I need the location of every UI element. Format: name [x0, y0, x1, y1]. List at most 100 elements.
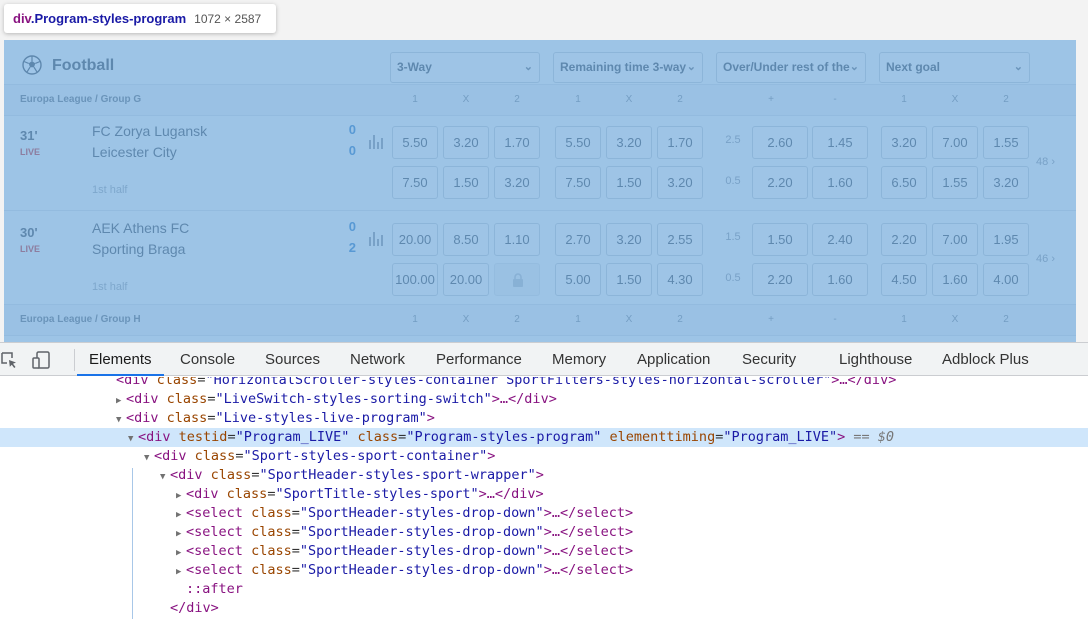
dom-node[interactable]: <div class="HorizontalScroller-styles-co… — [0, 377, 1088, 390]
tab-lighthouse[interactable]: Lighthouse — [839, 343, 912, 376]
dom-node[interactable]: </div> — [0, 599, 1088, 618]
odd-button[interactable]: 4.00 — [983, 263, 1029, 296]
dom-node[interactable]: ▶ <select class="SportHeader-styles-drop-… — [0, 542, 1088, 561]
tooltip-dimensions: 1072 × 2587 — [194, 12, 262, 26]
device-toggle-icon[interactable] — [32, 351, 50, 369]
closing-tag: </div> — [170, 600, 219, 616]
odd-button[interactable]: 1.60 — [812, 263, 868, 296]
odd-button[interactable]: 3.20 — [606, 126, 652, 159]
odd-button[interactable]: 1.50 — [443, 166, 489, 199]
odd-button[interactable]: 3.20 — [983, 166, 1029, 199]
tab-memory[interactable]: Memory — [552, 343, 606, 376]
odd-button[interactable]: 1.50 — [606, 263, 652, 296]
odd-button[interactable]: 1.60 — [812, 166, 868, 199]
market-dropdown-remaining-time[interactable]: Remaining time 3-way ⌄ — [553, 52, 703, 83]
attr-value: "Sport-styles-sport-container" — [243, 448, 488, 464]
more-markets-link[interactable]: 48 › — [1036, 156, 1055, 168]
odd-button[interactable]: 7.50 — [555, 166, 601, 199]
dom-node-content: ▼ <div class="SportHeader-styles-sport-wr… — [0, 467, 544, 483]
tag-open: < — [126, 410, 135, 426]
odd-button[interactable]: 3.20 — [606, 223, 652, 256]
odd-button[interactable]: 1.95 — [983, 223, 1029, 256]
attr-equals: = — [291, 505, 300, 521]
tab-application[interactable]: Application — [637, 343, 710, 376]
dom-node[interactable]: ▼ <div class="SportHeader-styles-sport-wr… — [0, 466, 1088, 485]
odd-button[interactable]: 1.10 — [494, 223, 540, 256]
stats-icon[interactable] — [368, 231, 384, 247]
tab-elements[interactable]: Elements — [77, 343, 163, 376]
market-dropdown-3way[interactable]: 3-Way ⌄ — [390, 52, 540, 83]
tab-sources[interactable]: Sources — [265, 343, 320, 376]
dom-node[interactable]: ▶ <select class="SportHeader-styles-drop-… — [0, 561, 1088, 580]
football-icon — [22, 55, 42, 75]
column-header: - — [833, 94, 837, 105]
league-name: Europa League / Group G — [20, 94, 142, 105]
column-header: X — [951, 314, 959, 325]
tab-adblock-plus[interactable]: Adblock Plus — [942, 343, 1029, 376]
odd-button[interactable]: 6.50 — [881, 166, 927, 199]
odd-button[interactable]: 4.30 — [657, 263, 703, 296]
tab-performance[interactable]: Performance — [436, 343, 522, 376]
chevron-down-icon: ⌄ — [523, 61, 533, 73]
odd-button[interactable]: 3.20 — [494, 166, 540, 199]
odd-button[interactable]: 100.00 — [392, 263, 438, 296]
attr-name: class — [210, 467, 252, 483]
dom-node[interactable]: ▼ <div class="Sport-styles-sport-containe… — [0, 447, 1088, 466]
odd-button[interactable]: 1.55 — [983, 126, 1029, 159]
dom-node[interactable]: ▶ <select class="SportHeader-styles-drop-… — [0, 504, 1088, 523]
market-dropdown-over-under[interactable]: Over/Under rest of the ⌄ — [716, 52, 866, 83]
away-score: 2 — [348, 240, 356, 255]
dom-node-content: ▼ <div testid="Program_LIVE" class="Progr… — [0, 429, 894, 445]
attr-equals: = — [291, 543, 300, 559]
dom-node-selected[interactable]: ▼ <div testid="Program_LIVE" class="Progr… — [0, 428, 1088, 447]
odd-button[interactable]: 5.50 — [392, 126, 438, 159]
odd-button[interactable]: 20.00 — [392, 223, 438, 256]
odd-button[interactable]: 1.45 — [812, 126, 868, 159]
away-score: 0 — [348, 143, 356, 158]
elements-dom-tree[interactable]: <div class="HorizontalScroller-styles-co… — [0, 377, 1088, 619]
column-header: 2 — [1003, 314, 1009, 325]
odd-button[interactable]: 2.20 — [752, 263, 808, 296]
odd-button[interactable]: 2.55 — [657, 223, 703, 256]
tooltip-class: .Program-styles-program — [30, 11, 187, 26]
dom-node[interactable]: ▶ <div class="SportTitle-styles-sport">…<… — [0, 485, 1088, 504]
odd-button[interactable]: 7.00 — [932, 223, 978, 256]
odd-button[interactable]: 7.50 — [392, 166, 438, 199]
odd-button[interactable]: 3.20 — [881, 126, 927, 159]
dom-node[interactable]: ▶ <select class="SportHeader-styles-drop-… — [0, 523, 1088, 542]
odd-button[interactable]: 8.50 — [443, 223, 489, 256]
match-row[interactable]: 31' LIVE FC Zorya Lugansk Leicester City… — [4, 114, 1076, 211]
odd-button[interactable]: 2.20 — [752, 166, 808, 199]
dropdown-label: Remaining time 3-way — [560, 60, 687, 74]
dropdown-label: 3-Way — [397, 60, 432, 74]
inspect-icon[interactable] — [0, 351, 18, 369]
dom-node[interactable]: ▼ <div class="Live-styles-live-program"> — [0, 409, 1088, 428]
odd-button[interactable]: 2.60 — [752, 126, 808, 159]
odd-button[interactable]: 7.00 — [932, 126, 978, 159]
odd-button[interactable]: 2.70 — [555, 223, 601, 256]
odd-button[interactable]: 4.50 — [881, 263, 927, 296]
odd-button[interactable]: 2.20 — [881, 223, 927, 256]
market-dropdown-next-goal[interactable]: Next goal ⌄ — [879, 52, 1030, 83]
odd-button[interactable]: 1.60 — [932, 263, 978, 296]
odd-button[interactable]: 1.70 — [657, 126, 703, 159]
dom-node[interactable]: ▶ <div class="LiveSwitch-styles-sorting-s… — [0, 390, 1088, 409]
odd-button[interactable]: 2.40 — [812, 223, 868, 256]
more-markets-link[interactable]: 46 › — [1036, 253, 1055, 265]
odd-button[interactable]: 5.00 — [555, 263, 601, 296]
tab-security[interactable]: Security — [742, 343, 796, 376]
odd-button[interactable]: 1.50 — [752, 223, 808, 256]
tab-network[interactable]: Network — [350, 343, 405, 376]
odd-button[interactable]: 1.70 — [494, 126, 540, 159]
odd-button[interactable]: 20.00 — [443, 263, 489, 296]
stats-icon[interactable] — [368, 134, 384, 150]
odd-button[interactable]: 1.50 — [606, 166, 652, 199]
odd-button[interactable]: 5.50 — [555, 126, 601, 159]
tab-console[interactable]: Console — [180, 343, 235, 376]
odd-button[interactable]: 1.55 — [932, 166, 978, 199]
dom-node[interactable]: ::after — [0, 580, 1088, 599]
odd-button[interactable]: 3.20 — [657, 166, 703, 199]
odd-button[interactable]: 3.20 — [443, 126, 489, 159]
match-row[interactable]: 30' LIVE AEK Athens FC Sporting Braga 0 … — [4, 211, 1076, 308]
toolbar-divider — [74, 349, 75, 371]
